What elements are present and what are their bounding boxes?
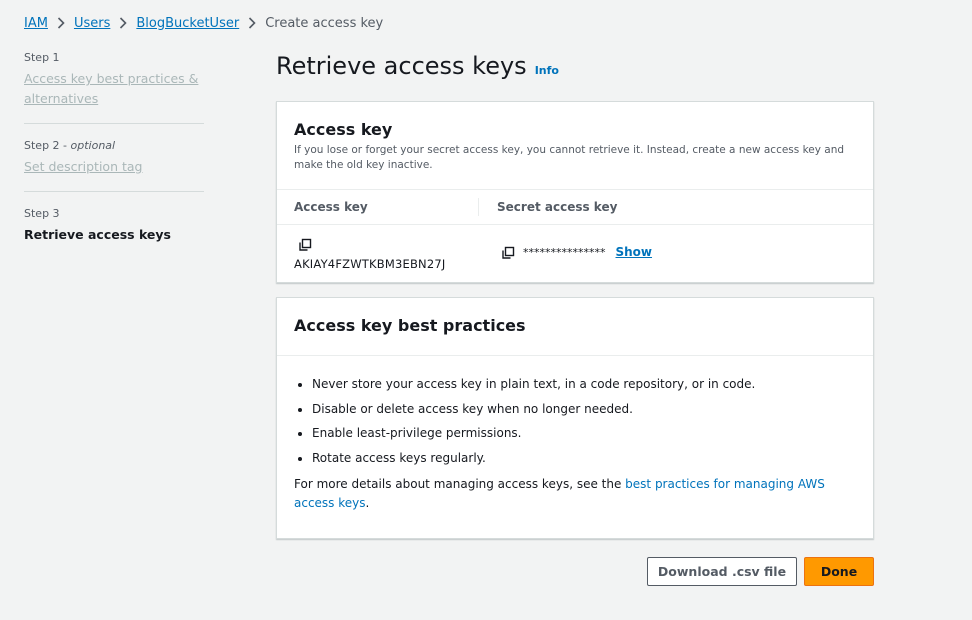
- step-number: Step 2 -: [24, 139, 71, 152]
- breadcrumb: IAM Users BlogBucketUser Create access k…: [24, 14, 383, 32]
- wizard-step-2: Step 2 - optional Set description tag: [24, 138, 204, 191]
- column-header-access-key: Access key: [277, 198, 479, 216]
- access-key-panel: Access key If you lose or forget your se…: [276, 101, 874, 283]
- copy-icon[interactable]: [501, 245, 515, 259]
- wizard-steps: Step 1 Access key best practices & alter…: [24, 50, 204, 259]
- secret-key-cell: *************** Show: [501, 245, 652, 259]
- divider: [24, 123, 204, 124]
- breadcrumb-iam-link[interactable]: IAM: [24, 16, 48, 31]
- access-key-value: AKIAY4FZWTKBM3EBN27J: [294, 257, 446, 271]
- more-details-suffix: .: [365, 496, 370, 510]
- step-label: Step 2 - optional: [24, 138, 204, 153]
- panel-header: Access key best practices: [277, 298, 873, 356]
- done-button[interactable]: Done: [804, 557, 874, 586]
- breadcrumb-user-link[interactable]: BlogBucketUser: [136, 16, 239, 31]
- chevron-right-icon: [239, 17, 265, 29]
- panel-header: Access key If you lose or forget your se…: [277, 102, 873, 173]
- chevron-right-icon: [48, 17, 74, 29]
- more-details-text: For more details about managing access k…: [294, 475, 856, 513]
- breadcrumb-current: Create access key: [265, 15, 384, 31]
- wizard-step-1: Step 1 Access key best practices & alter…: [24, 50, 204, 123]
- breadcrumb-users-link[interactable]: Users: [74, 16, 110, 31]
- wizard-step-3: Step 3 Retrieve access keys: [24, 206, 204, 259]
- best-practices-list: Never store your access key in plain tex…: [294, 372, 856, 470]
- list-item: Disable or delete access key when no lon…: [312, 397, 856, 422]
- list-item: Rotate access keys regularly.: [312, 446, 856, 471]
- info-link[interactable]: Info: [535, 64, 559, 77]
- step-optional: optional: [70, 139, 116, 152]
- more-details-prefix: For more details about managing access k…: [294, 477, 626, 491]
- page-header: Retrieve access keys Info: [276, 52, 559, 80]
- step-label: Step 3: [24, 207, 60, 220]
- table-header: Access key Secret access key: [277, 189, 873, 225]
- copy-icon[interactable]: [298, 237, 312, 251]
- panel-description: If you lose or forget your secret access…: [294, 144, 845, 171]
- list-item: Never store your access key in plain tex…: [312, 372, 856, 397]
- page-title: Retrieve access keys: [276, 52, 527, 80]
- download-csv-button[interactable]: Download .csv file: [647, 557, 797, 586]
- panel-title: Access key: [294, 120, 393, 139]
- show-secret-link[interactable]: Show: [616, 245, 653, 259]
- panel-title: Access key best practices: [294, 316, 526, 335]
- best-practices-panel: Access key best practices Never store yo…: [276, 297, 874, 539]
- step-label: Step 1: [24, 51, 60, 64]
- list-item: Enable least-privilege permissions.: [312, 421, 856, 446]
- table-row: AKIAY4FZWTKBM3EBN27J *************** Sho…: [277, 225, 873, 283]
- secret-key-masked: ***************: [523, 245, 606, 259]
- panel-body: Never store your access key in plain tex…: [277, 356, 873, 513]
- divider: [24, 191, 204, 192]
- chevron-right-icon: [110, 17, 136, 29]
- column-header-secret-key: Secret access key: [497, 200, 618, 214]
- access-key-table: Access key Secret access key AKIAY4FZWTK…: [277, 189, 873, 283]
- step-title-link[interactable]: Set description tag: [24, 157, 204, 177]
- step-title-link[interactable]: Access key best practices & alternatives: [24, 69, 204, 109]
- step-title-current: Retrieve access keys: [24, 227, 171, 242]
